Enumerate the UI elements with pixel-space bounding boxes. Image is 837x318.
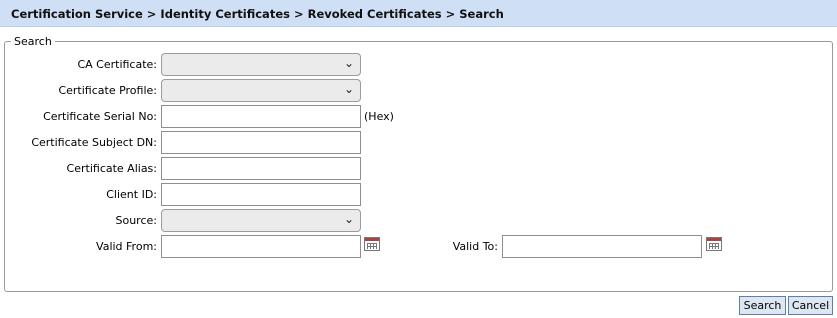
alias-label: Certificate Alias: xyxy=(66,162,157,175)
valid-to-label: Valid To: xyxy=(452,240,498,253)
search-button[interactable]: Search xyxy=(739,296,786,315)
calendar-icon[interactable] xyxy=(706,237,722,251)
chevron-down-icon: ⌄ xyxy=(343,212,354,226)
ca-certificate-select[interactable]: ⌄ xyxy=(161,53,361,76)
alias-input[interactable] xyxy=(161,157,361,180)
valid-to-input[interactable] xyxy=(502,235,702,258)
valid-from-label: Valid From: xyxy=(96,240,157,253)
serial-no-hex-hint: (Hex) xyxy=(364,110,394,123)
breadcrumb: Certification Service > Identity Certifi… xyxy=(11,7,504,21)
client-id-label: Client ID: xyxy=(106,188,157,201)
valid-from-input[interactable] xyxy=(161,235,361,258)
certificate-profile-label: Certificate Profile: xyxy=(58,84,157,97)
search-legend: Search xyxy=(14,35,52,48)
page-header: Certification Service > Identity Certifi… xyxy=(0,0,837,27)
client-id-input[interactable] xyxy=(161,183,361,206)
calendar-grid xyxy=(709,243,719,249)
subject-dn-input[interactable] xyxy=(161,131,361,154)
subject-dn-label: Certificate Subject DN: xyxy=(31,136,157,149)
chevron-down-icon: ⌄ xyxy=(343,82,354,96)
source-label: Source: xyxy=(115,214,158,227)
calendar-header-strip xyxy=(707,238,721,241)
ca-certificate-label: CA Certificate: xyxy=(77,58,157,71)
cancel-button[interactable]: Cancel xyxy=(788,296,833,315)
certificate-profile-select[interactable]: ⌄ xyxy=(161,79,361,102)
serial-no-input[interactable] xyxy=(161,105,361,128)
chevron-down-icon: ⌄ xyxy=(343,56,354,70)
source-select[interactable]: ⌄ xyxy=(161,209,361,232)
serial-no-label: Certificate Serial No: xyxy=(43,110,157,123)
